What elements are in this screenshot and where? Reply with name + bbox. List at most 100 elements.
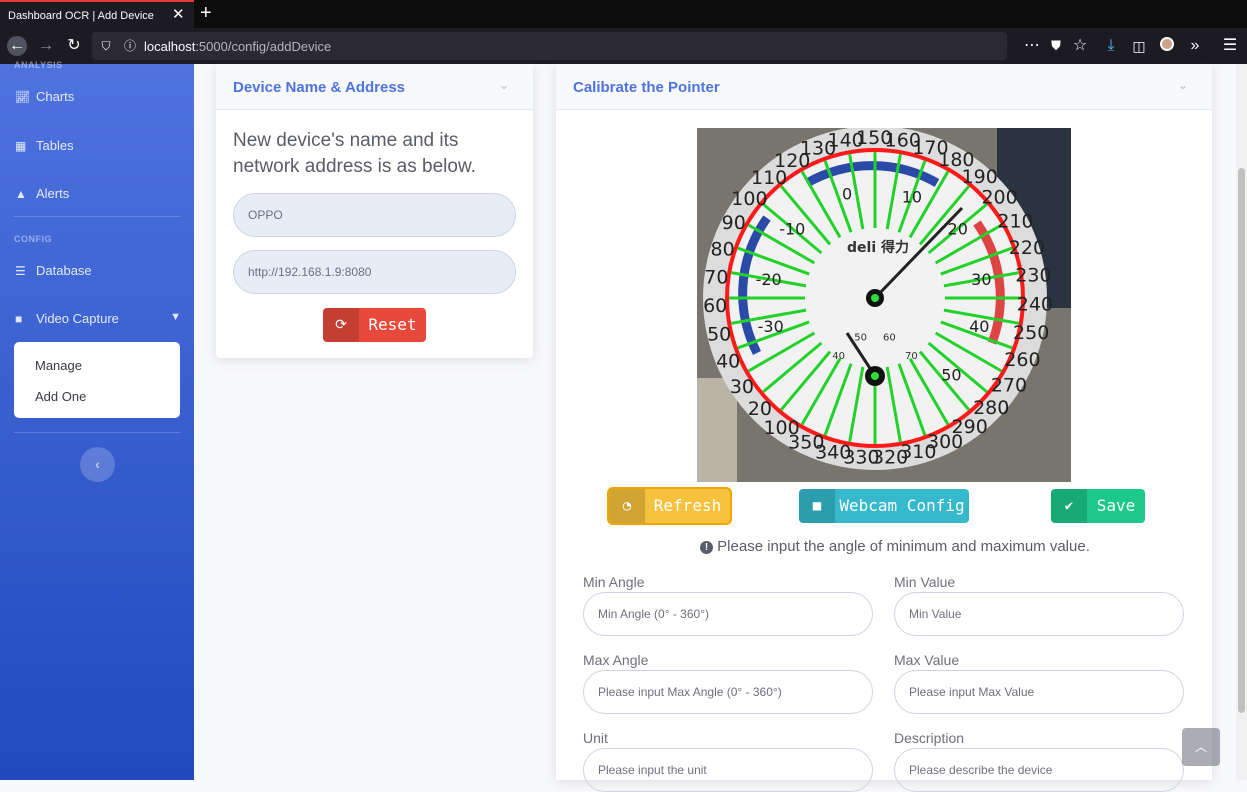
device-address-input[interactable]: http://192.168.1.9:8080 — [233, 250, 516, 294]
browser-nav-bar: ← → ↻ ⛉ ⓘ localhost:5000/config/addDevic… — [0, 28, 1247, 64]
gauge-outer-label: 90 — [722, 212, 746, 234]
download-icon[interactable]: ⤓ — [1101, 36, 1121, 56]
overflow-menu-icon[interactable]: » — [1185, 36, 1205, 56]
gauge-inner-label: 10 — [902, 188, 922, 207]
chevron-up-icon: ︿ — [1194, 740, 1207, 754]
page-scrollbar[interactable] — [1236, 64, 1247, 780]
device-name-input[interactable]: OPPO — [233, 193, 516, 237]
gauge-outer-label: 270 — [991, 374, 1027, 396]
max-angle-input[interactable]: Please input Max Angle (0° - 360°) — [583, 670, 873, 714]
gauge-outer-label: 50 — [707, 323, 731, 345]
sync-icon: ⟳ — [323, 308, 359, 342]
gauge-center-dot — [871, 294, 879, 302]
url-bar[interactable]: ⛉ ⓘ localhost:5000/config/addDevice ⋯ ⛊ … — [92, 32, 1087, 60]
chart-area-icon: 📈︎ — [15, 90, 31, 104]
exclamation-circle-icon: ! — [700, 541, 713, 554]
sidebar-toggle-button[interactable]: ‹ — [80, 447, 115, 482]
sidebar-item-label: Tables — [36, 138, 74, 153]
gauge-inner-label: 30 — [971, 270, 991, 289]
chevron-down-icon[interactable]: ⌄ — [1178, 78, 1188, 92]
sidebar: ANALYSIS 📈︎ Charts ▦ Tables ▲ Alerts CONFIG… — [0, 60, 194, 780]
refresh-button[interactable]: ◔ Refresh — [609, 489, 730, 523]
gauge-outer-label: 70 — [704, 266, 728, 288]
sidebar-item-tables[interactable]: ▦ Tables — [15, 138, 74, 153]
gauge-outer-label: 230 — [1015, 265, 1051, 287]
sidebar-item-label: Video Capture — [36, 311, 119, 326]
min-value-input[interactable]: Min Value — [894, 592, 1184, 636]
gauge-inner-label: -30 — [758, 317, 784, 336]
pocket-icon[interactable]: ⛊ — [1046, 36, 1066, 56]
gauge-small-label: 60 — [883, 333, 896, 344]
min-angle-input[interactable]: Min Angle (0° - 360°) — [583, 592, 873, 636]
device-card-lead: New device's name and its network addres… — [233, 130, 476, 177]
reload-icon[interactable]: ↻ — [64, 36, 84, 56]
section-heading-config: CONFIG — [14, 234, 52, 244]
section-heading-analysis: ANALYSIS — [14, 60, 63, 70]
gauge-outer-label: 40 — [716, 351, 740, 373]
description-input[interactable]: Please describe the device — [894, 748, 1184, 792]
save-button[interactable]: ✔ Save — [1051, 489, 1145, 523]
sidebar-item-video-capture[interactable]: ■ Video Capture ▼ — [15, 311, 181, 326]
save-button-label: Save — [1096, 496, 1136, 515]
account-avatar-icon[interactable] — [1157, 36, 1177, 56]
gauge-outer-label: 100 — [731, 188, 767, 210]
sidebar-view-icon[interactable]: ◫ — [1129, 36, 1149, 56]
url-text: localhost:5000/config/addDevice — [144, 39, 331, 54]
calibrate-card-header[interactable]: Calibrate the Pointer ⌄ — [556, 64, 1212, 110]
gauge-small-center-dot — [871, 372, 879, 380]
device-card-header[interactable]: Device Name & Address ⌄ — [216, 64, 533, 110]
shield-icon[interactable]: ⛉ — [96, 36, 116, 56]
webcam-config-button[interactable]: ■ Webcam Config — [799, 489, 969, 523]
forward-icon[interactable]: → — [36, 36, 56, 56]
gauge-small-label: 50 — [854, 333, 867, 344]
gauge-outer-label: 80 — [710, 238, 734, 260]
gauge-outer-label: 20 — [748, 398, 772, 420]
browser-tab[interactable]: Dashboard OCR | Add Device ✕ — [0, 0, 194, 28]
calibration-info-text: Please input the angle of minimum and ma… — [717, 538, 1090, 555]
webcam-config-label: Webcam Config — [839, 496, 965, 515]
video-icon: ■ — [15, 312, 23, 326]
submenu-item-manage[interactable]: Manage — [35, 358, 82, 373]
sidebar-item-label: Alerts — [36, 186, 70, 201]
gauge-outer-label: 260 — [1004, 349, 1040, 371]
back-icon[interactable]: ← — [7, 36, 27, 56]
chevron-down-icon[interactable]: ⌄ — [499, 78, 509, 92]
bookmark-star-icon[interactable]: ☆ — [1070, 36, 1090, 56]
gauge-camera-image: deli 得力 160 170 180 190 200 210 220 230 240 250 26… — [697, 128, 1071, 482]
gauge-inner-label: -20 — [756, 270, 782, 289]
calibration-info: ! Please input the angle of minimum and … — [700, 538, 1090, 555]
sidebar-item-charts[interactable]: 📈︎ Charts — [15, 89, 74, 104]
scrollbar-thumb[interactable] — [1238, 168, 1245, 713]
warning-icon: ▲ — [15, 187, 27, 201]
url-host: localhost — [144, 39, 196, 54]
hamburger-menu-icon[interactable]: ☰ — [1220, 36, 1240, 56]
reset-button-label: Reset — [368, 315, 417, 334]
sidebar-item-alerts[interactable]: ▲ Alerts — [15, 186, 69, 201]
close-tab-icon[interactable]: ✕ — [172, 7, 185, 22]
more-actions-icon[interactable]: ⋯ — [1022, 36, 1042, 56]
gauge-outer-label: 60 — [703, 295, 727, 317]
refresh-button-label: Refresh — [653, 496, 722, 515]
calibrate-card-title: Calibrate the Pointer — [573, 79, 720, 96]
sidebar-item-database[interactable]: ☰ Database — [15, 263, 92, 278]
gauge-inner-label: -10 — [779, 220, 805, 239]
gauge-icon: ◔ — [609, 489, 645, 523]
gauge-inner-label: 0 — [842, 185, 852, 204]
scroll-to-top-button[interactable]: ︿ — [1182, 728, 1220, 766]
max-value-input[interactable]: Please input Max Value — [894, 670, 1184, 714]
site-info-icon[interactable]: ⓘ — [120, 36, 140, 56]
gauge-outer-label: 190 — [962, 166, 998, 188]
gauge-small-label: 40 — [832, 351, 845, 362]
device-card-title: Device Name & Address — [233, 79, 406, 96]
sidebar-divider — [14, 432, 180, 433]
gauge-outer-label: 200 — [981, 187, 1017, 209]
video-capture-submenu: Manage Add One — [14, 342, 180, 418]
unit-input[interactable]: Please input the unit — [583, 748, 873, 792]
max-angle-label: Max Angle — [583, 652, 649, 668]
sidebar-item-label: Database — [36, 263, 92, 278]
reset-button[interactable]: ⟳ Reset — [323, 308, 426, 342]
new-tab-icon[interactable]: + — [200, 3, 212, 23]
description-label: Description — [894, 730, 965, 746]
submenu-item-add-one[interactable]: Add One — [35, 389, 86, 404]
table-icon: ▦ — [15, 139, 27, 153]
